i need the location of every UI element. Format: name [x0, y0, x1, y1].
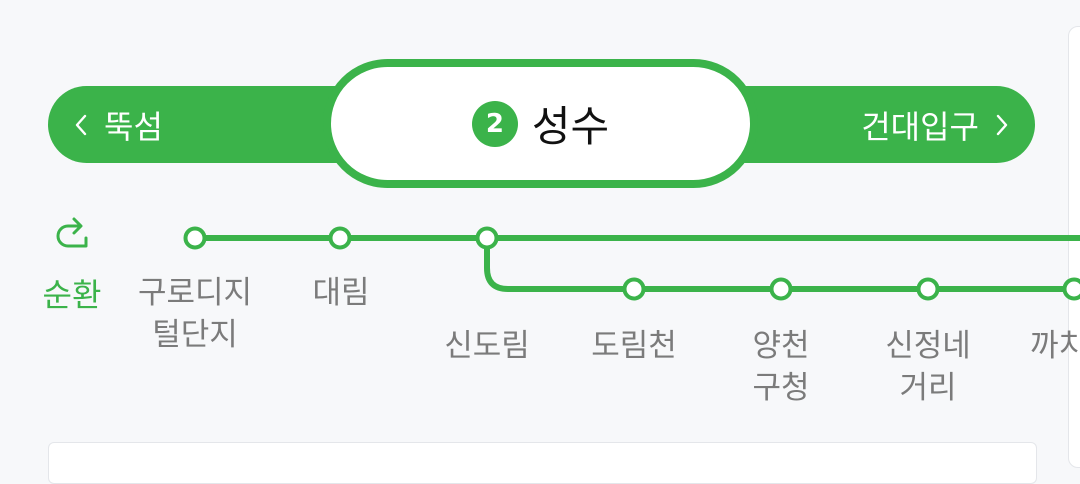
station-label-yangcheon[interactable]: 양천 구청: [706, 325, 856, 409]
station-dot-daerim[interactable]: [331, 229, 350, 248]
station-label-sindorim[interactable]: 신도림: [412, 325, 562, 367]
bottom-info-card: [48, 442, 1037, 484]
station-dot-kkachi[interactable]: [1065, 280, 1080, 299]
station-label-guro[interactable]: 구로디지 털단지: [120, 272, 270, 356]
station-dot-yangcheon[interactable]: [772, 280, 791, 299]
loop-arrow-icon: [50, 214, 94, 258]
station-dot-guro[interactable]: [186, 229, 205, 248]
station-label-dorimcheon[interactable]: 도림천: [559, 325, 709, 367]
station-label-kkachi[interactable]: 까치: [1030, 325, 1080, 367]
station-dot-sinjeong[interactable]: [919, 280, 938, 299]
station-dot-dorimcheon[interactable]: [625, 280, 644, 299]
circular-line-label: 순환: [43, 270, 102, 316]
station-label-sinjeong[interactable]: 신정네 거리: [853, 325, 1003, 409]
circular-line-toggle[interactable]: 순환: [30, 214, 114, 316]
station-dot-sindorim[interactable]: [478, 229, 497, 248]
station-label-daerim[interactable]: 대림: [266, 272, 416, 314]
